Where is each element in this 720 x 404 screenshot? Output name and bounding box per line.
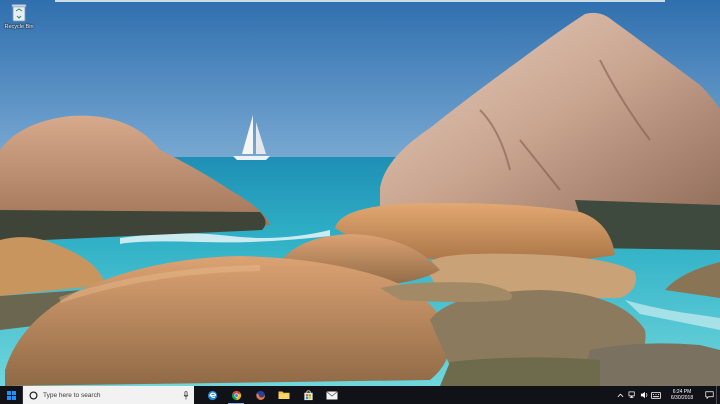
network-icon <box>628 391 635 398</box>
taskbar: Type here to search 6:24 PM 6/30/2018 <box>0 386 720 404</box>
taskbar-app-edge[interactable] <box>200 386 224 404</box>
cortana-circle-icon <box>29 390 38 400</box>
chevron-up-icon <box>617 393 623 397</box>
recycle-bin-label: Recycle Bin <box>4 24 34 30</box>
taskbar-clock[interactable]: 6:24 PM 6/30/2018 <box>662 389 702 401</box>
tray-volume[interactable] <box>638 386 650 404</box>
clock-date: 6/30/2018 <box>670 395 694 401</box>
mail-icon <box>326 390 338 399</box>
taskbar-app-chrome[interactable] <box>224 386 248 404</box>
system-tray: 6:24 PM 6/30/2018 <box>614 386 720 404</box>
windows-logo-icon <box>6 390 16 400</box>
tray-keyboard[interactable] <box>650 386 662 404</box>
taskbar-app-store[interactable] <box>296 386 320 404</box>
tray-overflow-button[interactable] <box>614 386 626 404</box>
chrome-icon <box>231 390 241 400</box>
start-button[interactable] <box>0 386 22 404</box>
tray-network[interactable] <box>626 386 638 404</box>
show-desktop-button[interactable] <box>716 386 720 404</box>
desktop-wallpaper <box>0 0 720 386</box>
volume-icon <box>640 391 647 399</box>
store-bag-icon <box>303 389 313 400</box>
microphone-icon[interactable] <box>183 390 189 400</box>
search-placeholder: Type here to search <box>43 391 101 399</box>
action-center-icon <box>704 391 714 399</box>
taskbar-app-mail[interactable] <box>320 386 344 404</box>
firefox-icon <box>255 390 265 400</box>
taskbar-pinned-apps <box>200 386 344 404</box>
taskbar-search-box[interactable]: Type here to search <box>22 386 194 404</box>
keyboard-icon <box>651 391 661 399</box>
taskbar-app-file-explorer[interactable] <box>272 386 296 404</box>
edge-icon <box>207 390 217 400</box>
desktop-icon-recycle-bin[interactable]: Recycle Bin <box>2 3 36 30</box>
folder-icon <box>278 391 290 399</box>
action-center-button[interactable] <box>702 386 716 404</box>
recycle-bin-icon <box>11 4 27 22</box>
taskbar-app-firefox[interactable] <box>248 386 272 404</box>
window-edge-strip <box>55 0 665 2</box>
